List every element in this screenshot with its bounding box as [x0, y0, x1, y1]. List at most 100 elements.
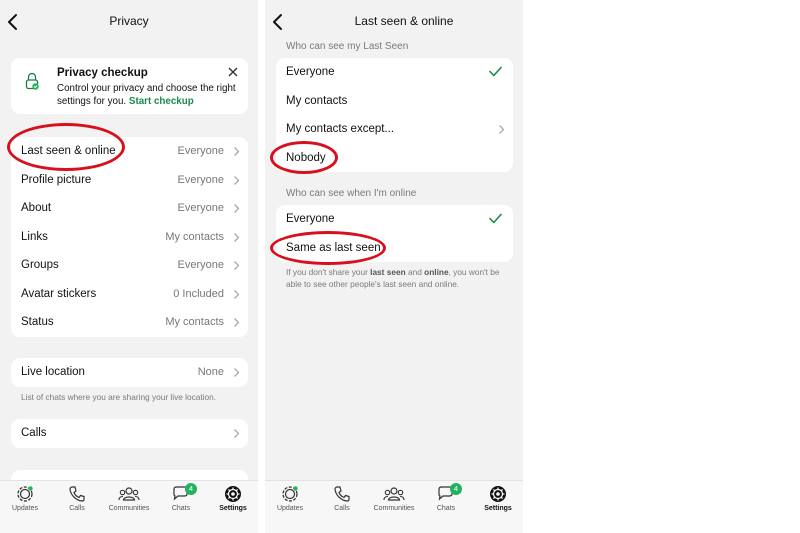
phone-icon [69, 486, 85, 502]
tab-label: Chats [436, 505, 456, 512]
row-value: Everyone [177, 259, 224, 272]
option-nobody[interactable]: Nobody [276, 144, 513, 173]
tab-calls[interactable]: Calls [52, 485, 102, 512]
chevron-right-icon [234, 261, 240, 270]
close-icon[interactable] [228, 67, 238, 77]
tab-label: Updates [11, 505, 39, 512]
tab-label: Communities [108, 505, 150, 512]
tab-label: Chats [171, 505, 191, 512]
tab-communities[interactable]: Communities [104, 485, 154, 512]
row-value: None [197, 366, 224, 379]
chats-badge: 4 [450, 483, 462, 495]
online-options: Everyone Same as last seen [276, 205, 513, 262]
row-value: Everyone [177, 173, 224, 186]
row-profile-picture[interactable]: Profile picture Everyone [11, 166, 248, 195]
option-label: Everyone [286, 66, 335, 79]
row-status[interactable]: Status My contacts [11, 308, 248, 337]
last-seen-footnote: If you don't share your last seen and on… [286, 266, 516, 290]
row-label: Profile picture [21, 173, 92, 186]
row-label: Avatar stickers [21, 287, 97, 300]
settings-gear-icon [225, 486, 241, 502]
tab-settings[interactable]: Settings [473, 485, 523, 512]
tab-chats[interactable]: 4 Chats [421, 483, 471, 512]
online-section-title: Who can see when I'm online [286, 188, 417, 199]
chevron-right-icon [234, 368, 240, 377]
tab-updates[interactable]: Updates [0, 485, 50, 512]
live-location-card: Live location None [11, 358, 248, 387]
updates-icon [17, 486, 33, 502]
option-label: Everyone [286, 213, 335, 226]
chevron-right-icon [234, 175, 240, 185]
last-seen-options: Everyone My contacts My contacts except.… [276, 58, 513, 172]
row-label: Calls [21, 427, 47, 440]
tab-communities[interactable]: Communities [369, 485, 419, 512]
option-my-contacts-except[interactable]: My contacts except... [276, 115, 513, 144]
row-label: Groups [21, 259, 59, 272]
chevron-right-icon [234, 232, 240, 242]
row-value: My contacts [165, 230, 224, 243]
tab-updates[interactable]: Updates [265, 485, 315, 512]
option-my-contacts[interactable]: My contacts [276, 87, 513, 116]
tab-calls[interactable]: Calls [317, 485, 367, 512]
option-label: Same as last seen [286, 241, 381, 254]
privacy-settings-list: Last seen & online Everyone Profile pict… [11, 137, 248, 337]
page-title: Privacy [109, 14, 149, 28]
tab-bar: Updates Calls Communities 4 Chats Settin… [265, 480, 523, 533]
option-everyone[interactable]: Everyone [276, 205, 513, 234]
last-seen-section-title: Who can see my Last Seen [286, 41, 409, 52]
row-last-seen-online[interactable]: Last seen & online Everyone [11, 137, 248, 166]
privacy-checkup-card: Privacy checkup Control your privacy and… [11, 58, 248, 114]
chevron-right-icon [499, 125, 505, 134]
chevron-right-icon [234, 318, 240, 327]
row-avatar-stickers[interactable]: Avatar stickers 0 Included [11, 280, 248, 309]
tab-label: Calls [334, 505, 350, 512]
checkup-description: Control your privacy and choose the righ… [57, 82, 247, 108]
tab-label: Communities [373, 505, 415, 512]
chevron-right-icon [234, 204, 240, 213]
row-live-location[interactable]: Live location None [11, 358, 248, 387]
tab-chats[interactable]: 4 Chats [156, 483, 206, 512]
row-label: Status [21, 316, 54, 329]
communities-icon [383, 487, 405, 501]
tab-label: Settings [219, 505, 247, 512]
row-links[interactable]: Links My contacts [11, 223, 248, 252]
chevron-right-icon [234, 429, 240, 438]
tab-label: Settings [484, 505, 512, 512]
row-value: Everyone [177, 202, 224, 215]
chats-badge: 4 [185, 483, 197, 495]
footnote-text: and [405, 267, 425, 277]
last-seen-header: Last seen & online [265, 0, 523, 42]
row-label: About [21, 202, 52, 215]
checkmark-icon [489, 66, 502, 77]
last-seen-screen: Last seen & online Who can see my Last S… [265, 0, 523, 533]
tab-bar: Updates Calls Communities 4 Chats Settin… [0, 480, 258, 533]
row-value: Everyone [177, 145, 224, 158]
footnote-bold: online [424, 267, 449, 277]
privacy-header: Privacy [0, 0, 258, 42]
privacy-screen: Privacy Privacy checkup Control your pri… [0, 0, 258, 533]
row-label: Live location [21, 366, 85, 379]
lock-check-icon [25, 72, 39, 90]
row-about[interactable]: About Everyone [11, 194, 248, 223]
row-calls[interactable]: Calls [11, 419, 248, 448]
start-checkup-link[interactable]: Start checkup [129, 96, 194, 107]
row-label: Links [21, 230, 48, 243]
option-label: Nobody [286, 151, 326, 164]
tab-label: Calls [69, 505, 85, 512]
live-location-footnote: List of chats where you are sharing your… [21, 392, 217, 402]
checkmark-icon [489, 213, 502, 224]
footnote-bold: last seen [370, 267, 406, 277]
updates-icon [282, 486, 298, 502]
chevron-right-icon [234, 289, 240, 299]
tab-label: Updates [276, 505, 304, 512]
option-label: My contacts [286, 94, 348, 107]
communities-icon [118, 487, 140, 501]
option-same-as-last-seen[interactable]: Same as last seen [276, 234, 513, 263]
settings-gear-icon [490, 486, 506, 502]
option-everyone[interactable]: Everyone [276, 58, 513, 87]
row-groups[interactable]: Groups Everyone [11, 251, 248, 280]
calls-card: Calls [11, 419, 248, 448]
tab-settings[interactable]: Settings [208, 485, 258, 512]
footnote-text: If you don't share your [286, 267, 371, 277]
row-label: Last seen & online [21, 145, 116, 158]
